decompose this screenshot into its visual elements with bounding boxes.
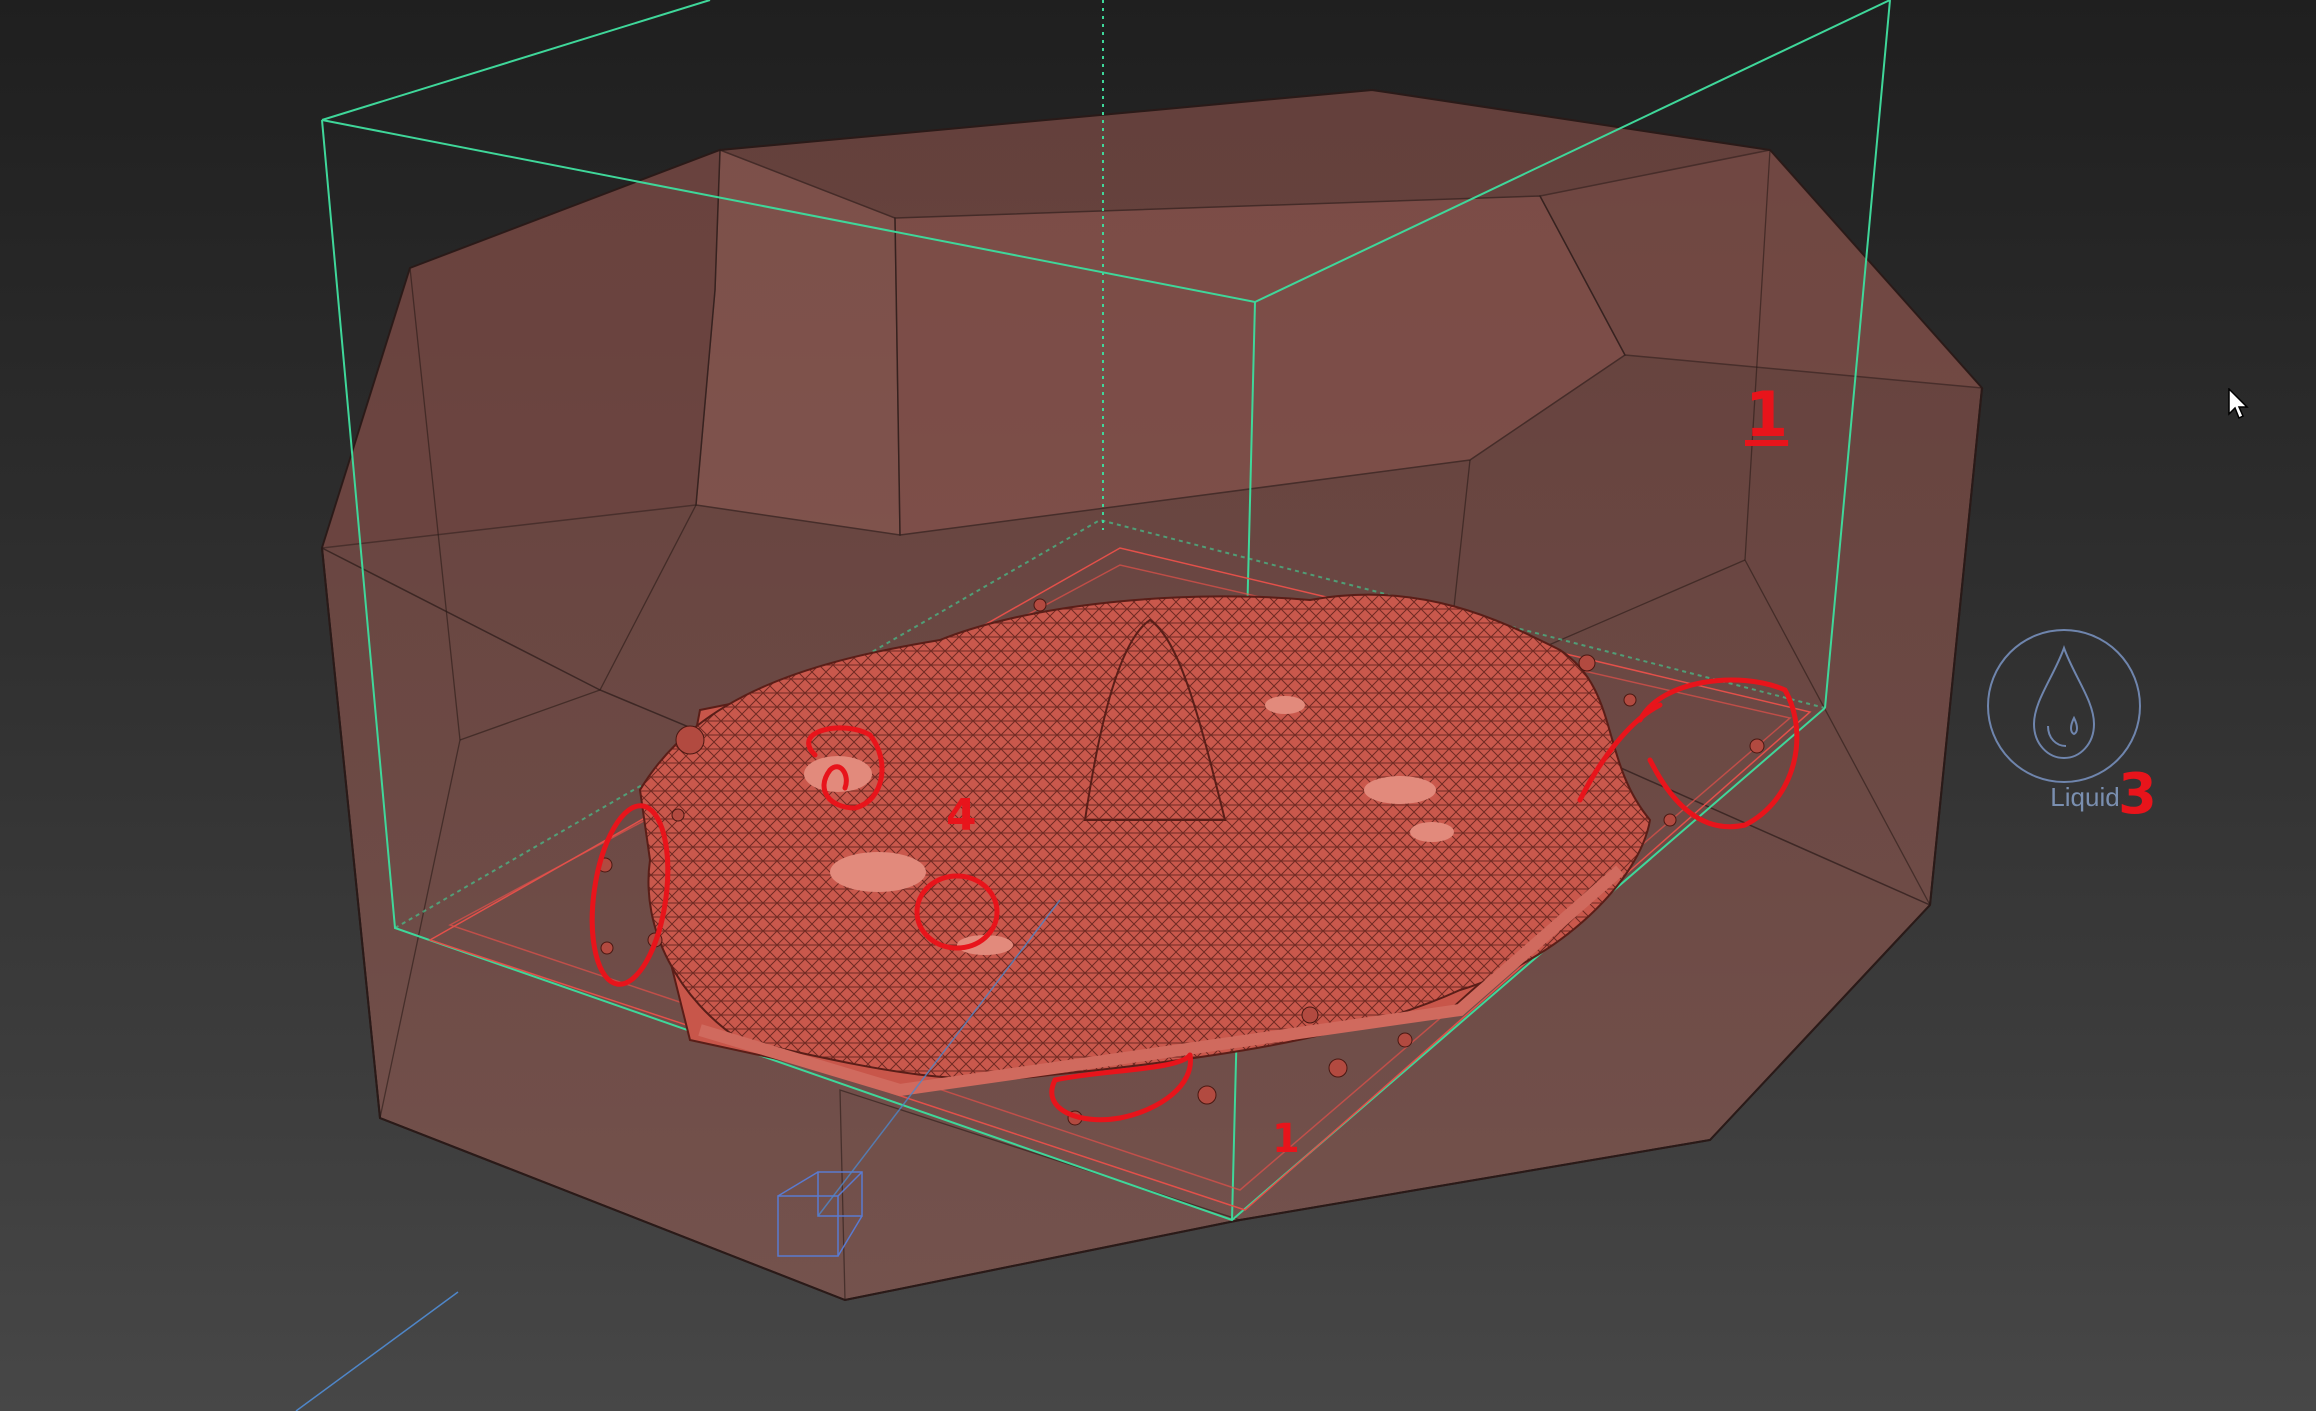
annotation-number-1-bottom: 1 (1272, 1116, 1300, 1162)
annotation-number-4: 4 (946, 790, 977, 841)
scene-canvas[interactable] (0, 0, 2316, 1411)
annotation-number-1-top: 1 (1745, 378, 1789, 451)
helper-line (295, 1291, 459, 1411)
viewport-3d[interactable]: Liquid 1 1 3 4 (0, 0, 2316, 1411)
liquid-label: Liquid (2050, 782, 2120, 812)
annotation-number-3: 3 (2118, 762, 2157, 827)
arrow-cursor-icon (2228, 388, 2249, 420)
